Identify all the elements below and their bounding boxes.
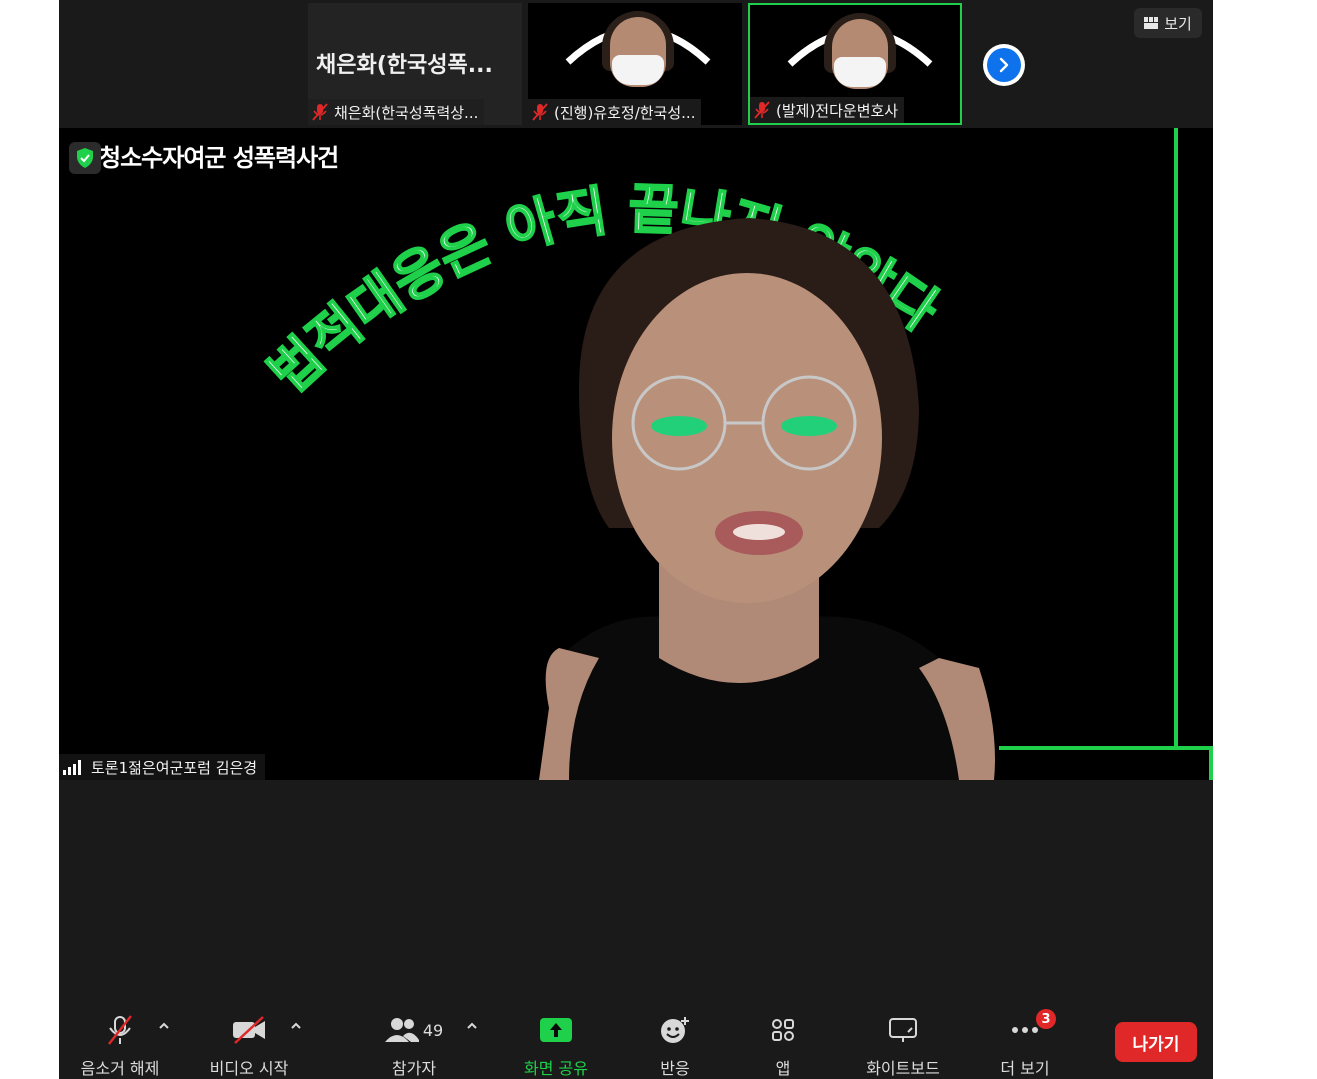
next-page-button-inner xyxy=(987,48,1021,82)
mic-muted-icon xyxy=(754,101,770,119)
active-speaker-name: 토론1젊은여군포럼 김은경 xyxy=(91,758,258,777)
chevron-up-icon[interactable] xyxy=(465,1019,479,1033)
participant-tile-2[interactable]: (진행)유호정/한국성... xyxy=(528,3,742,125)
slide-green-border xyxy=(1209,746,1213,780)
participant-name: 채은화(한국성폭력상... xyxy=(334,103,479,122)
participants-icon-wrap: 49 xyxy=(384,1013,444,1047)
participant-tile-label: (발제)전다운변호사 xyxy=(750,97,905,123)
notification-badge: 3 xyxy=(1036,1009,1056,1029)
chevron-up-icon[interactable] xyxy=(289,1019,303,1033)
whiteboard-icon xyxy=(889,1018,917,1042)
start-video-label: 비디오 시작 xyxy=(209,1059,289,1078)
more-button[interactable]: 3 더 보기 xyxy=(993,1009,1057,1079)
active-speaker-video: 청소수자여군 성폭력사건 법적대응은 아직 끝나지 않았다 xyxy=(59,128,1213,780)
more-dots-icon xyxy=(1012,1027,1038,1033)
participant-mask xyxy=(834,57,886,87)
speaker-figure xyxy=(539,218,995,780)
mic-muted-icon xyxy=(108,1015,132,1045)
slide-green-border xyxy=(999,746,1213,750)
emoji-add-icon xyxy=(661,1017,689,1043)
shield-check-icon xyxy=(77,148,93,168)
video-off-icon xyxy=(233,1016,265,1044)
participant-tile-1[interactable]: 채은화(한국성폭... 채은화(한국성폭력상... xyxy=(308,3,522,125)
participant-name: (발제)전다운변호사 xyxy=(776,101,899,120)
participant-mask xyxy=(612,55,664,85)
chevron-up-icon[interactable] xyxy=(157,1019,171,1033)
meeting-toolbar: 음소거 해제 비디오 시작 49 참가자 화면 공유 반응 앱 화이트보드 3 … xyxy=(59,1005,1213,1079)
participants-button[interactable]: 49 참가자 xyxy=(369,1013,459,1079)
next-page-button[interactable] xyxy=(983,44,1025,86)
apps-icon-wrap xyxy=(770,1013,796,1047)
chevron-right-icon xyxy=(999,57,1009,73)
whiteboard-icon-wrap xyxy=(888,1013,918,1047)
slide-green-border xyxy=(1174,128,1178,746)
whiteboard-label: 화이트보드 xyxy=(866,1059,940,1078)
mic-muted-icon xyxy=(312,103,328,121)
start-video-icon-wrap xyxy=(231,1013,267,1047)
apps-icon xyxy=(772,1019,794,1041)
signal-strength-icon xyxy=(63,760,81,775)
share-screen-icon-wrap xyxy=(539,1013,573,1047)
grid-view-icon xyxy=(1144,17,1159,29)
participant-tile-name: 채은화(한국성폭... xyxy=(316,53,493,78)
apps-label: 앱 xyxy=(775,1059,791,1078)
more-icon-wrap: 3 xyxy=(1010,1009,1056,1047)
participant-strip: 채은화(한국성폭... 채은화(한국성폭력상... (진행)유호정/한국성...… xyxy=(59,0,1213,128)
reactions-label: 반응 xyxy=(660,1059,690,1078)
participant-tile-label: 채은화(한국성폭력상... xyxy=(308,99,485,125)
reactions-button[interactable]: 반응 xyxy=(645,1013,705,1079)
whiteboard-button[interactable]: 화이트보드 xyxy=(858,1013,948,1079)
participants-label: 참가자 xyxy=(391,1059,437,1078)
start-video-button[interactable]: 비디오 시작 xyxy=(204,1013,294,1079)
view-button[interactable]: 보기 xyxy=(1134,8,1202,38)
leave-meeting-button[interactable]: 나가기 xyxy=(1115,1022,1197,1062)
reactions-icon-wrap xyxy=(659,1013,691,1047)
participants-icon xyxy=(384,1018,419,1042)
unmute-label: 음소거 해제 xyxy=(80,1059,160,1078)
share-screen-icon xyxy=(540,1018,572,1042)
unmute-button[interactable]: 음소거 해제 xyxy=(77,1013,163,1079)
apps-button[interactable]: 앱 xyxy=(762,1013,804,1079)
view-button-label: 보기 xyxy=(1164,14,1192,33)
encryption-shield-button[interactable] xyxy=(69,142,101,174)
share-screen-label: 화면 공유 xyxy=(524,1059,588,1078)
active-speaker-label: 토론1젊은여군포럼 김은경 xyxy=(59,754,266,780)
mic-muted-icon xyxy=(532,103,548,121)
unmute-button-icon-wrap xyxy=(105,1013,135,1047)
more-label: 더 보기 xyxy=(1000,1059,1050,1078)
participant-tile-label: (진행)유호정/한국성... xyxy=(528,99,702,125)
participants-count: 49 xyxy=(422,1020,444,1040)
participant-name: (진행)유호정/한국성... xyxy=(554,103,696,122)
participant-tile-3[interactable]: (발제)전다운변호사 xyxy=(748,3,962,125)
share-screen-button[interactable]: 화면 공유 xyxy=(511,1013,601,1079)
zoom-window: 채은화(한국성폭... 채은화(한국성폭력상... (진행)유호정/한국성...… xyxy=(59,0,1213,1079)
